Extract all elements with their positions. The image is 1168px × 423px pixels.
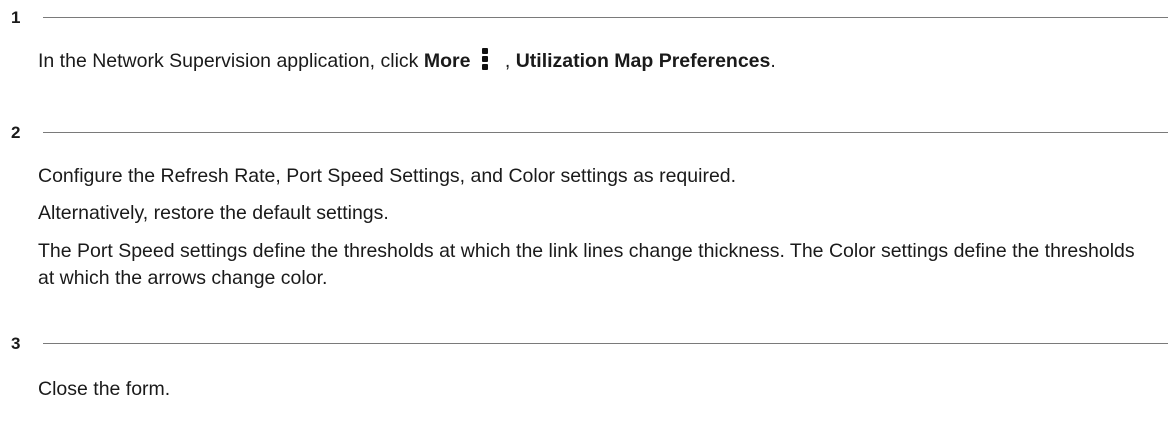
step-2-paragraph: The Port Speed settings define the thres… bbox=[38, 240, 1135, 289]
divider bbox=[43, 343, 1168, 344]
step-2-header: 2 bbox=[11, 123, 1168, 143]
step-number: 3 bbox=[11, 334, 21, 353]
menu-item-label: Utilization Map Preferences bbox=[515, 50, 771, 72]
more-vertical-icon bbox=[481, 47, 489, 72]
step-number: 1 bbox=[11, 8, 21, 27]
step-number: 2 bbox=[11, 123, 21, 142]
more-label: More bbox=[423, 50, 471, 72]
step-3-header: 3 bbox=[11, 334, 1168, 354]
separator-text: , bbox=[499, 50, 516, 72]
step-3-paragraph: Close the form. bbox=[38, 378, 171, 400]
step-2-paragraph: Alternatively, restore the default setti… bbox=[38, 202, 389, 224]
divider bbox=[43, 132, 1168, 133]
step-2-paragraph: Configure the Refresh Rate, Port Speed S… bbox=[38, 165, 737, 187]
instruction-suffix: . bbox=[770, 50, 776, 72]
step-1-header: 1 bbox=[11, 8, 1168, 28]
instruction-text: In the Network Supervision application, … bbox=[38, 50, 424, 72]
step-1-instruction: In the Network Supervision application, … bbox=[38, 47, 1148, 75]
divider bbox=[43, 17, 1168, 18]
